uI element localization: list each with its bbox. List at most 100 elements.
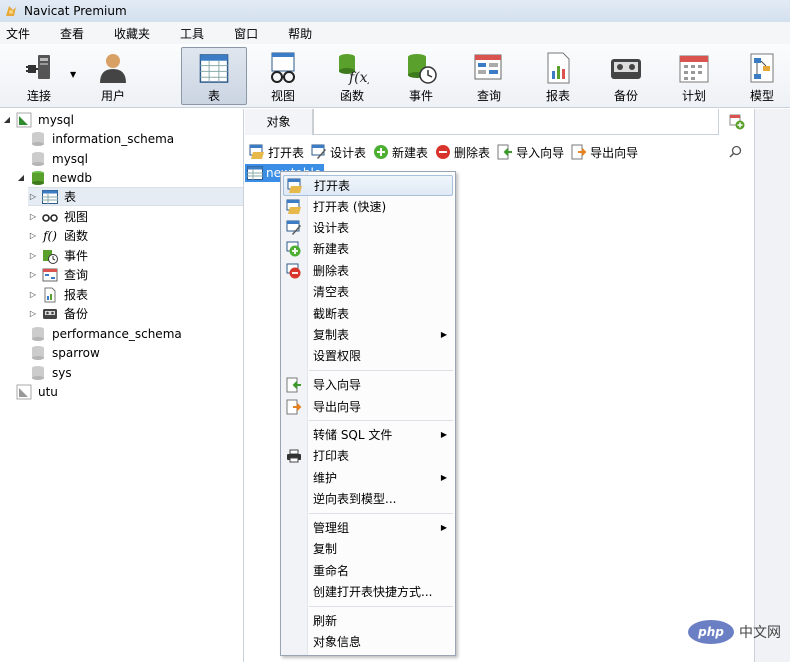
export-wizard-button[interactable]: 导出向导 bbox=[571, 144, 638, 161]
expanded-triangle-icon[interactable]: ◢ bbox=[2, 115, 12, 124]
mysql-connection-icon bbox=[16, 112, 32, 128]
tree-views[interactable]: ▷ 视图 bbox=[28, 207, 88, 226]
collapsed-triangle-icon[interactable]: ▷ bbox=[28, 212, 38, 221]
table-button[interactable]: 表 bbox=[181, 47, 247, 105]
function-button[interactable]: f(x) 函数 bbox=[319, 47, 385, 105]
tree-label: sys bbox=[52, 365, 72, 380]
collapsed-triangle-icon[interactable]: ▷ bbox=[28, 192, 38, 201]
database-icon bbox=[30, 151, 46, 167]
connection-button[interactable]: 连接 bbox=[6, 47, 72, 105]
menu-copy[interactable]: 复制 bbox=[283, 538, 453, 559]
connection-dropdown-arrow-icon[interactable]: ▼ bbox=[70, 70, 76, 79]
tree-label: mysql bbox=[52, 151, 88, 166]
export-wizard-icon bbox=[571, 144, 587, 160]
menu-maintenance[interactable]: 维护 ▶ bbox=[283, 467, 453, 488]
tree-queries[interactable]: ▷ 查询 bbox=[28, 265, 88, 284]
collapsed-triangle-icon[interactable]: ▷ bbox=[28, 309, 38, 318]
schedule-button[interactable]: 计划 bbox=[661, 47, 727, 105]
menu-open-table-fast[interactable]: 打开表 (快速) bbox=[283, 196, 453, 217]
collapsed-triangle-icon[interactable]: ▷ bbox=[28, 290, 38, 299]
tree-database-sparrow[interactable]: sparrow bbox=[30, 343, 100, 362]
import-wizard-button[interactable]: 导入向导 bbox=[497, 144, 564, 161]
new-table-button[interactable]: 新建表 bbox=[373, 144, 428, 161]
watermark: php 中文网 bbox=[688, 620, 781, 644]
menu-truncate-table[interactable]: 截断表 bbox=[283, 303, 453, 324]
php-logo: php bbox=[688, 620, 734, 644]
collapsed-triangle-icon[interactable]: ▷ bbox=[28, 231, 38, 240]
query-button[interactable]: 查询 bbox=[456, 47, 522, 105]
design-table-button[interactable]: 设计表 bbox=[311, 144, 366, 161]
menu-delete-table[interactable]: 删除表 bbox=[283, 260, 453, 281]
menu-tools[interactable]: 工具 bbox=[174, 25, 216, 42]
menu-view[interactable]: 查看 bbox=[54, 25, 96, 42]
menu-new-table[interactable]: 新建表 bbox=[283, 238, 453, 259]
model-icon bbox=[750, 53, 774, 83]
tab-objects[interactable]: 对象 bbox=[245, 108, 313, 135]
view-button[interactable]: 视图 bbox=[250, 47, 316, 105]
menu-open-table[interactable]: 打开表 bbox=[283, 175, 453, 196]
user-button[interactable]: 用户 bbox=[80, 47, 146, 105]
menu-object-info[interactable]: 对象信息 bbox=[283, 631, 453, 652]
tree-database-newdb[interactable]: ◢ newdb bbox=[16, 168, 92, 187]
expanded-triangle-icon[interactable]: ◢ bbox=[16, 173, 26, 182]
menu-file[interactable]: 文件 bbox=[0, 25, 42, 42]
table-icon bbox=[42, 189, 58, 205]
menu-favorites[interactable]: 收藏夹 bbox=[108, 25, 162, 42]
connection-icon bbox=[26, 55, 50, 79]
menu-export-wizard[interactable]: 导出向导 bbox=[283, 396, 453, 417]
menu-window[interactable]: 窗口 bbox=[228, 25, 270, 42]
collapsed-triangle-icon[interactable]: ▷ bbox=[28, 251, 38, 260]
menu-create-shortcut[interactable]: 创建打开表快捷方式... bbox=[283, 581, 453, 602]
tree-backups[interactable]: ▷ 备份 bbox=[28, 304, 88, 323]
printer-icon bbox=[286, 448, 302, 464]
tree-tables[interactable]: ▷ 表 bbox=[28, 187, 243, 206]
tree-connection-utu[interactable]: utu bbox=[16, 382, 58, 401]
menu-manage-group[interactable]: 管理组 ▶ bbox=[283, 517, 453, 538]
collapsed-triangle-icon[interactable]: ▷ bbox=[28, 270, 38, 279]
backup-button[interactable]: 备份 bbox=[593, 47, 659, 105]
tree-database-performance-schema[interactable]: performance_schema bbox=[30, 324, 182, 343]
menu-refresh[interactable]: 刷新 bbox=[283, 610, 453, 631]
tree-database-sys[interactable]: sys bbox=[30, 363, 72, 382]
delete-table-button[interactable]: 删除表 bbox=[435, 144, 490, 161]
svg-text:f(x): f(x) bbox=[348, 70, 369, 85]
search-icon[interactable] bbox=[729, 145, 742, 158]
tree-label: 表 bbox=[64, 190, 77, 204]
menu-empty-table[interactable]: 清空表 bbox=[283, 281, 453, 302]
tree-functions[interactable]: ▷ f() 函数 bbox=[28, 226, 88, 245]
tree-events[interactable]: ▷ 事件 bbox=[28, 246, 88, 265]
tree-database-mysql[interactable]: mysql bbox=[30, 149, 88, 168]
menu-design-table[interactable]: 设计表 bbox=[283, 217, 453, 238]
new-table-icon bbox=[373, 144, 389, 160]
model-button[interactable]: 模型 bbox=[729, 47, 790, 105]
menu-reverse-to-model[interactable]: 逆向表到模型... bbox=[283, 488, 453, 509]
import-wizard-icon bbox=[286, 377, 302, 393]
model-label: 模型 bbox=[749, 89, 774, 103]
menu-print-table[interactable]: 打印表 bbox=[283, 445, 453, 466]
query-icon bbox=[42, 267, 58, 283]
object-tab-area bbox=[313, 108, 718, 135]
menu-help[interactable]: 帮助 bbox=[282, 25, 324, 42]
menu-dump-sql[interactable]: 转储 SQL 文件 ▶ bbox=[283, 424, 453, 445]
menu-set-permissions[interactable]: 设置权限 bbox=[283, 345, 453, 366]
event-label: 事件 bbox=[408, 89, 433, 103]
open-table-button[interactable]: 打开表 bbox=[249, 144, 304, 161]
connection-label: 连接 bbox=[26, 89, 51, 103]
table-icon bbox=[247, 166, 263, 180]
menu-import-wizard[interactable]: 导入向导 bbox=[283, 374, 453, 395]
event-button[interactable]: 事件 bbox=[388, 47, 454, 105]
import-wizard-icon bbox=[497, 144, 513, 160]
event-icon bbox=[42, 248, 58, 264]
tree-connection-mysql[interactable]: ◢ mysql bbox=[2, 110, 74, 129]
event-icon bbox=[408, 54, 437, 84]
schedule-icon bbox=[679, 55, 709, 83]
function-label: 函数 bbox=[339, 89, 364, 103]
tree-reports[interactable]: ▷ 报表 bbox=[28, 285, 88, 304]
tree-database-information-schema[interactable]: information_schema bbox=[30, 129, 174, 148]
database-icon bbox=[30, 345, 46, 361]
menu-duplicate-table[interactable]: 复制表 ▶ bbox=[283, 324, 453, 345]
view-icon bbox=[42, 209, 58, 225]
menu-rename[interactable]: 重命名 bbox=[283, 560, 453, 581]
new-query-button[interactable] bbox=[718, 108, 754, 135]
report-button[interactable]: 报表 bbox=[525, 47, 591, 105]
